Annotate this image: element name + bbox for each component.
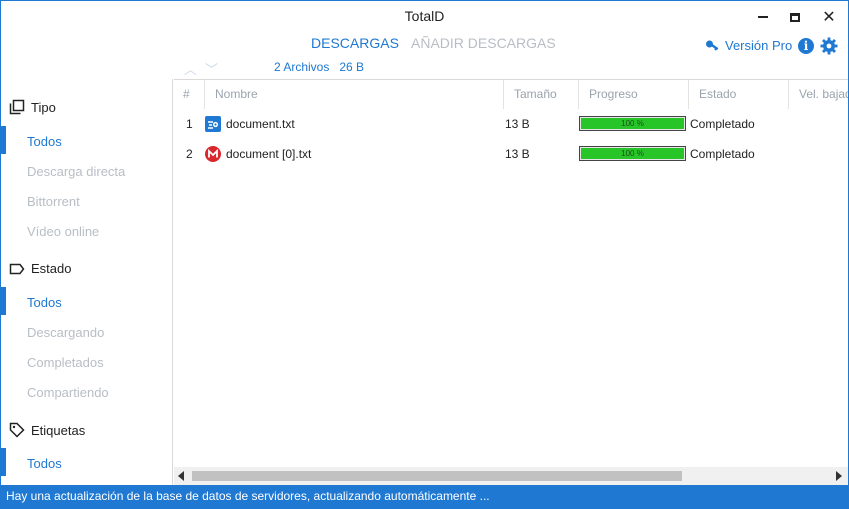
chevron-down-icon[interactable]: ﹀ (205, 59, 218, 78)
progress-label: 100 % (621, 149, 644, 158)
title-bar: TotalD ✕ (1, 1, 848, 33)
horizontal-scrollbar[interactable] (174, 467, 848, 485)
sidebar-item-direct-download[interactable]: Descarga directa (27, 164, 125, 179)
progress-bar: 100 % (579, 146, 686, 161)
tag-icon (9, 422, 25, 438)
pro-version-label: Versión Pro (725, 38, 793, 53)
sidebar-section-label: Etiquetas (31, 422, 86, 438)
row-status: Completado (690, 147, 755, 161)
app-window: TotalD ✕ DESCARGAS AÑADIR DESCARGAS Vers… (0, 0, 849, 509)
gear-icon[interactable] (820, 37, 838, 55)
sidebar: Tipo Todos Descarga directa Bittorrent V… (1, 79, 173, 485)
row-index: 1 (186, 117, 193, 131)
scrollbar-thumb[interactable] (192, 471, 682, 481)
app-title: TotalD (404, 8, 445, 24)
sidebar-section-label: Tipo (31, 99, 56, 115)
sidebar-item-state-all[interactable]: Todos (27, 295, 62, 310)
column-header-status[interactable]: Estado (688, 80, 788, 109)
sidebar-item-tags-all[interactable]: Todos (27, 456, 62, 471)
close-icon: ✕ (822, 9, 836, 26)
active-indicator (1, 448, 6, 476)
sidebar-item-bittorrent[interactable]: Bittorrent (27, 194, 80, 209)
progress-label: 100 % (621, 119, 644, 128)
info-icon[interactable]: i (798, 38, 814, 54)
status-bar: Hay una actualización de la base de dato… (1, 485, 848, 508)
sidebar-section-tags: Etiquetas (9, 422, 85, 438)
column-header-progress[interactable]: Progreso (578, 80, 688, 109)
row-size: 13 B (505, 147, 530, 161)
row-file-name: document.txt (226, 117, 295, 131)
sidebar-section-label: Estado (31, 261, 72, 276)
column-header-index[interactable]: # (174, 80, 204, 109)
label-icon (9, 263, 25, 274)
active-indicator (1, 126, 6, 154)
row-name-cell: document.txt (205, 109, 295, 139)
progress-bar: 100 % (579, 116, 686, 131)
total-size: 26 B (339, 60, 365, 74)
column-header-size[interactable]: Tamaño (503, 80, 578, 109)
sidebar-item-sharing[interactable]: Compartiendo (27, 385, 109, 400)
key-icon (706, 40, 719, 51)
row-file-name: document [0].txt (226, 147, 312, 161)
file-count: 2 Archivos (274, 60, 330, 74)
active-indicator (1, 287, 6, 315)
column-header-name[interactable]: Nombre (204, 80, 504, 109)
nav-arrows: ︿ ﹀ (184, 59, 218, 78)
downloads-table: # Nombre Tamaño Progreso Estado Vel. baj… (174, 79, 848, 467)
sidebar-item-type-all[interactable]: Todos (27, 134, 62, 149)
row-size: 13 B (505, 117, 530, 131)
tab-add-downloads[interactable]: AÑADIR DESCARGAS (411, 35, 556, 51)
row-index: 2 (186, 147, 193, 161)
downloads-summary: 2 Archivos 26 B (274, 60, 364, 74)
mega-icon (205, 146, 221, 162)
copy-icon (9, 99, 25, 115)
tab-downloads[interactable]: DESCARGAS (311, 35, 399, 51)
minimize-button[interactable] (749, 7, 777, 27)
sidebar-item-completed[interactable]: Completados (27, 355, 104, 370)
pro-version-link[interactable]: Versión Pro (705, 38, 792, 53)
table-row[interactable]: 2 document [0].txt 13 B 100 % Completado (174, 139, 848, 169)
sidebar-section-type: Tipo (9, 99, 56, 115)
column-header-download-speed[interactable]: Vel. bajada (788, 80, 848, 109)
maximize-icon (790, 12, 800, 22)
chevron-up-icon[interactable]: ︿ (184, 59, 197, 78)
table-row[interactable]: 1 document.txt 13 B 100 % Completado (174, 109, 848, 139)
close-button[interactable]: ✕ (815, 7, 843, 27)
mediafire-icon (205, 116, 221, 132)
sidebar-item-downloading[interactable]: Descargando (27, 325, 104, 340)
scroll-right-icon[interactable] (836, 471, 842, 481)
row-status: Completado (690, 117, 755, 131)
scroll-left-icon[interactable] (178, 471, 184, 481)
minimize-icon (758, 16, 768, 18)
sidebar-item-online-video[interactable]: Vídeo online (27, 224, 99, 239)
sidebar-section-state: Estado (9, 261, 71, 276)
row-name-cell: document [0].txt (205, 139, 311, 169)
maximize-button[interactable] (781, 7, 809, 27)
